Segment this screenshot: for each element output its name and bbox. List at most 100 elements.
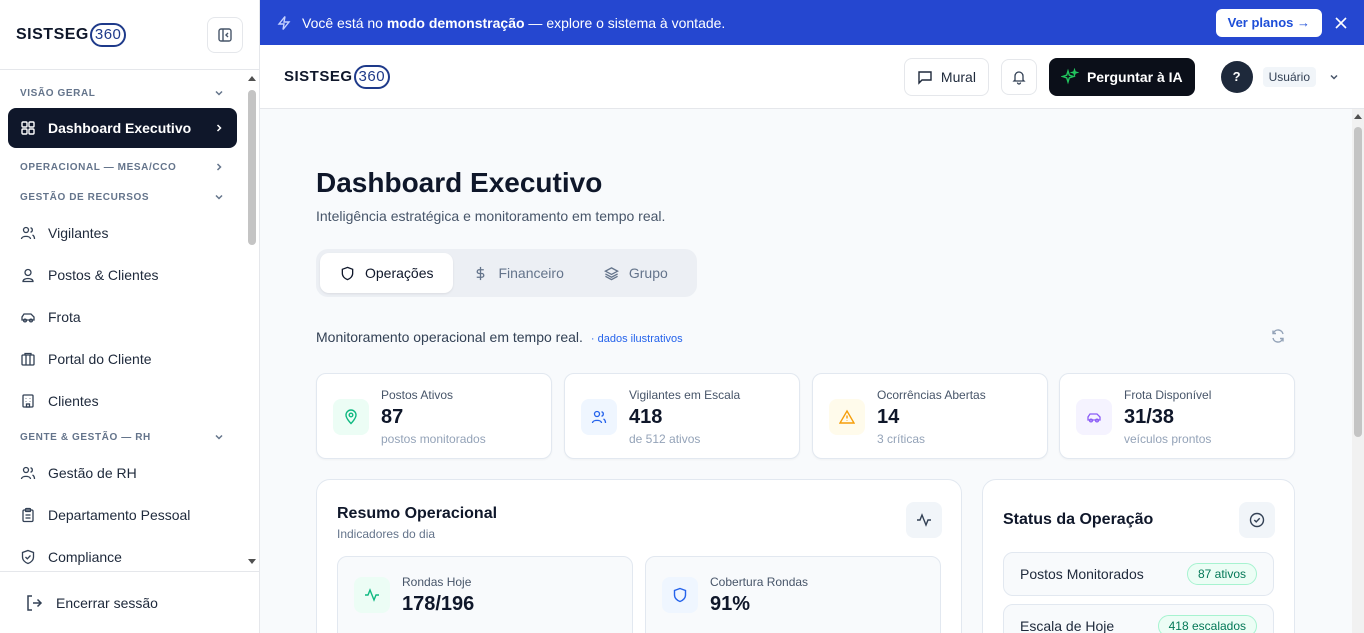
stat-value: 31/38 (1124, 406, 1175, 428)
user-name[interactable]: Usuário (1262, 66, 1316, 87)
sidebar-logo[interactable]: SISTSEG 360 (16, 22, 127, 47)
store-icon (20, 351, 36, 367)
tab-label: Operações (365, 265, 434, 281)
check-circle-icon (1249, 512, 1265, 528)
shield-icon (340, 266, 355, 281)
panel-title: Status da Operação (1003, 511, 1154, 528)
sidebar-item-label: Departamento Pessoal (48, 507, 191, 523)
layout-grid-icon (20, 120, 36, 136)
scroll-up-arrow-icon[interactable] (1353, 112, 1363, 120)
section-label: VISÃO GERAL (20, 87, 96, 99)
scroll-down-arrow-icon[interactable] (247, 558, 257, 566)
status-row-escala-hoje[interactable]: Escala de Hoje 418 escalados (1003, 604, 1274, 633)
logo-text: SISTSEG (16, 25, 89, 43)
sidebar-scroll-thumb[interactable] (248, 90, 256, 245)
main-scroll-thumb[interactable] (1354, 127, 1362, 437)
scroll-up-arrow-icon[interactable] (247, 74, 257, 82)
sidebar-item-dashboard-executivo[interactable]: Dashboard Executivo (8, 108, 237, 148)
users-icon (581, 399, 617, 435)
sidebar-item-clientes[interactable]: Clientes (8, 380, 237, 422)
mini-card-label: Rondas Hoje (402, 575, 472, 589)
sidebar-item-label: Gestão de RH (48, 465, 137, 481)
section-visao-geral[interactable]: VISÃO GERAL (8, 78, 237, 108)
stat-card-ocorrencias-abertas[interactable]: Ocorrências Abertas 14 3 críticas (812, 373, 1048, 459)
status-badge: 418 escalados (1157, 615, 1257, 633)
dashboard-tabs: Operações Financeiro Grupo (316, 249, 697, 297)
stat-note: de 512 ativos (629, 432, 701, 446)
tab-financeiro[interactable]: Financeiro (453, 253, 583, 293)
banner-text: Você está no modo demonstração — explore… (302, 15, 725, 31)
mini-card-value: 178/196 (402, 593, 475, 615)
stat-note: postos monitorados (381, 432, 486, 446)
stat-value: 87 (381, 406, 404, 428)
section-label: GENTE & GESTÃO — RH (20, 431, 151, 443)
refresh-icon[interactable] (1270, 328, 1286, 344)
section-label: GESTÃO DE RECURSOS (20, 191, 150, 203)
sidebar-item-gestao-rh[interactable]: Gestão de RH (8, 452, 237, 494)
tab-label: Financeiro (498, 265, 564, 281)
sidebar-item-label: Clientes (48, 393, 99, 409)
ver-planos-button[interactable]: Ver planos → (1215, 8, 1322, 37)
car-icon (20, 309, 36, 325)
ask-ai-button[interactable]: Perguntar à IA (1048, 57, 1195, 96)
stat-card-frota-disponivel[interactable]: Frota Disponível 31/38 veículos prontos (1059, 373, 1295, 459)
header-logo[interactable]: SISTSEG 360 (284, 64, 391, 89)
mini-card-rondas-hoje[interactable]: Rondas Hoje 178/196 (337, 556, 633, 633)
illustrative-data-tag: · dados ilustrativos (590, 333, 683, 345)
section-label: OPERACIONAL — MESA/CCO (20, 161, 177, 173)
banner-suffix: — explore o sistema à vontade. (524, 14, 726, 31)
section-gente-gestao[interactable]: GENTE & GESTÃO — RH (8, 422, 237, 452)
mural-label: Mural (940, 68, 976, 85)
logout-button[interactable]: Encerrar sessão (0, 571, 260, 633)
clipboard-icon (20, 507, 36, 523)
tab-grupo[interactable]: Grupo (584, 253, 688, 293)
status-row-postos-monitorados[interactable]: Postos Monitorados 87 ativos (1003, 552, 1274, 596)
logo-number: 360 (353, 64, 391, 89)
mural-button[interactable]: Mural (903, 57, 989, 96)
map-pin-icon (333, 399, 369, 435)
bell-icon (1011, 69, 1027, 85)
status-badge: 87 ativos (1186, 563, 1257, 585)
sidebar-item-frota[interactable]: Frota (8, 296, 237, 338)
avatar[interactable]: ? (1220, 60, 1253, 93)
status-row-label: Postos Monitorados (1020, 566, 1144, 582)
collapse-sidebar-button[interactable] (207, 16, 243, 53)
sidebar-item-vigilantes[interactable]: Vigilantes (8, 212, 237, 254)
notifications-button[interactable] (1000, 58, 1037, 95)
mini-card-label: Cobertura Rondas (710, 575, 809, 589)
status-row-label: Escala de Hoje (1020, 618, 1115, 633)
activity-icon (916, 512, 932, 528)
main-content: Dashboard Executivo Inteligência estraté… (260, 109, 1352, 633)
sidebar-item-portal-cliente[interactable]: Portal do Cliente (8, 338, 237, 380)
section-gestao-recursos[interactable]: GESTÃO DE RECURSOS (8, 182, 237, 212)
stat-value: 418 (629, 406, 663, 428)
chevron-right-icon (213, 122, 225, 134)
layers-icon (603, 266, 619, 281)
sidebar-item-label: Postos & Clientes (48, 267, 159, 283)
chevron-down-icon (213, 431, 225, 443)
sidebar-nav: VISÃO GERAL Dashboard Executivo OPERACIO… (0, 78, 245, 568)
stat-card-vigilantes-escala[interactable]: Vigilantes em Escala 418 de 512 ativos (564, 373, 800, 459)
sidebar-item-postos-clientes[interactable]: Postos & Clientes (8, 254, 237, 296)
sidebar-item-compliance[interactable]: Compliance (8, 536, 237, 568)
logo-number: 360 (89, 22, 127, 47)
mini-card-cobertura-rondas[interactable]: Cobertura Rondas 91% (645, 556, 941, 633)
resumo-operacional-panel: Resumo Operacional Indicadores do dia Ro… (316, 479, 962, 633)
sidebar-item-departamento-pessoal[interactable]: Departamento Pessoal (8, 494, 237, 536)
section-operacional[interactable]: OPERACIONAL — MESA/CCO (8, 152, 237, 182)
tab-label: Grupo (628, 265, 668, 281)
shield-icon (662, 577, 698, 613)
close-icon[interactable] (1334, 16, 1348, 30)
tab-operacoes[interactable]: Operações (320, 253, 454, 293)
app-root: SISTSEG 360 VISÃO GERAL Dashboard Executi… (0, 0, 1364, 633)
status-check-button[interactable] (1239, 502, 1275, 538)
sidebar: SISTSEG 360 VISÃO GERAL Dashboard Executi… (0, 0, 260, 633)
chevron-down-icon (213, 87, 225, 99)
activity-button[interactable] (906, 502, 942, 538)
demo-banner: Você está no modo demonstração — explore… (260, 0, 1364, 45)
sidebar-scrollbar[interactable] (245, 72, 259, 572)
main-scrollbar[interactable] (1352, 109, 1364, 633)
stat-card-postos-ativos[interactable]: Postos Ativos 87 postos monitorados (316, 373, 552, 459)
status-operacao-panel: Status da Operação Postos Monitorados 87… (982, 479, 1295, 633)
chevron-down-icon[interactable] (1328, 71, 1340, 83)
